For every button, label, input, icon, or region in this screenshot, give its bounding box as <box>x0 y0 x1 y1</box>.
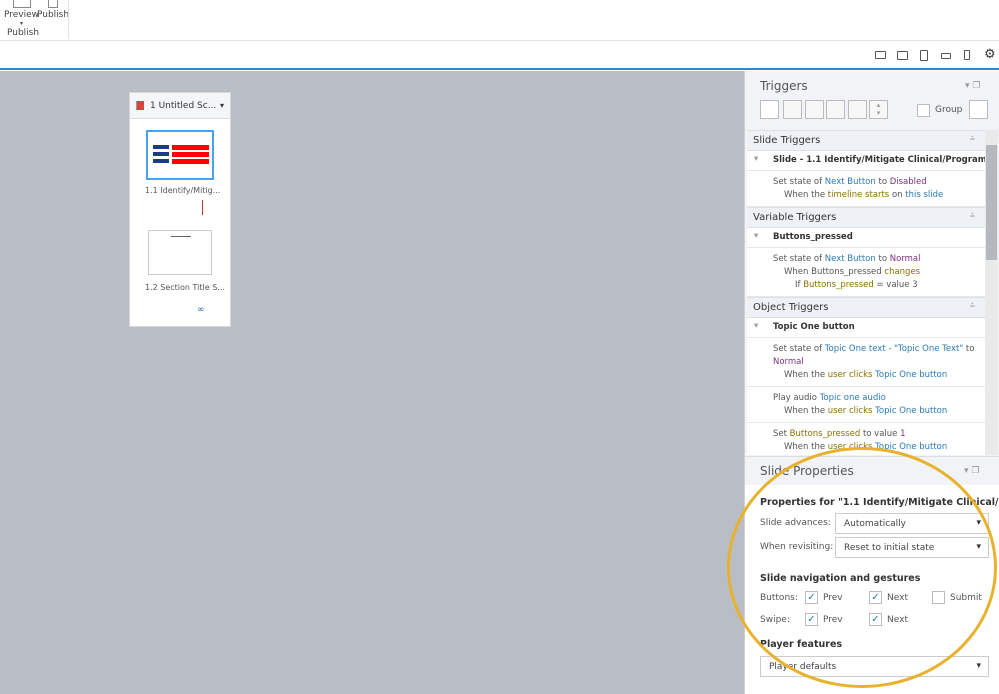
desktop-preview-icon[interactable] <box>875 51 886 59</box>
divider <box>68 0 69 39</box>
reorder-icon[interactable]: ▴ ▾ <box>869 100 888 119</box>
link-icon: ∞ <box>197 305 205 315</box>
panel-menu-icon[interactable]: ▾ ❐ <box>965 81 980 91</box>
publish-label: Publish <box>37 10 70 20</box>
variables-icon[interactable] <box>969 100 988 119</box>
trigger-item[interactable]: Set state of Next Button to Normal When … <box>747 248 985 297</box>
tablet-portrait-icon[interactable] <box>920 50 928 61</box>
edit-trigger-icon[interactable] <box>783 100 802 119</box>
ribbon: Preview ▾ Publish Publish <box>0 0 999 41</box>
gear-icon[interactable]: ⚙ <box>984 47 996 62</box>
device-bar <box>0 41 999 70</box>
publish-button[interactable]: Publish <box>37 0 69 20</box>
trigger-group[interactable]: Slide - 1.1 Identify/Mitigate Clinical/P… <box>747 151 985 171</box>
scene-header[interactable]: 1 Untitled Sc... ▾ <box>130 93 230 119</box>
scene-title: 1 Untitled Sc... <box>150 100 217 111</box>
copy-trigger-icon[interactable] <box>805 100 824 119</box>
preview-button[interactable]: Preview ▾ <box>4 0 39 27</box>
group-checkbox[interactable] <box>917 104 930 117</box>
slide-triggers-header[interactable]: Slide Triggers ⩮ <box>747 130 985 151</box>
story-view-canvas <box>0 71 744 694</box>
trigger-group[interactable]: Topic One button <box>747 318 985 338</box>
slide-thumbnail-1[interactable] <box>146 130 214 180</box>
variable-triggers-header[interactable]: Variable Triggers ⩮ <box>747 207 985 228</box>
trigger-item[interactable]: Play audio Topic one audio When the user… <box>747 387 985 423</box>
paste-trigger-icon[interactable] <box>826 100 845 119</box>
delete-trigger-icon[interactable] <box>848 100 867 119</box>
triggers-title: Triggers <box>760 79 808 93</box>
trigger-group[interactable]: Buttons_pressed <box>747 228 985 248</box>
phone-landscape-icon[interactable] <box>941 53 951 59</box>
tablet-landscape-icon[interactable] <box>897 51 908 60</box>
panel-menu-icon[interactable]: ▾ ❐ <box>964 466 979 476</box>
arrow-icon <box>202 200 203 215</box>
object-triggers-header[interactable]: Object Triggers ⩮ <box>747 297 985 318</box>
scene-card[interactable]: 1 Untitled Sc... ▾ 1.1 Identify/Mitig... … <box>129 92 231 327</box>
group-label: Group <box>935 105 963 115</box>
new-trigger-icon[interactable] <box>760 100 779 119</box>
slide-label-2: 1.2 Section Title S... <box>145 283 225 292</box>
slide-thumbnail-2[interactable] <box>148 230 212 275</box>
preview-icon <box>12 0 31 8</box>
trigger-list: Slide Triggers⩮ Slide - 1.1 Identify/Mit… <box>747 130 985 455</box>
trigger-item[interactable]: Set state of Next Button to Disabled Whe… <box>747 171 985 207</box>
ribbon-group-label: Publish <box>7 28 40 38</box>
phone-portrait-icon[interactable] <box>964 50 970 60</box>
publish-icon <box>48 0 59 8</box>
preview-label: Preview <box>4 10 40 20</box>
scrollbar-thumb[interactable] <box>986 145 997 260</box>
trigger-item[interactable]: Set state of Topic One text - "Topic One… <box>747 338 985 387</box>
start-flag-icon <box>136 101 144 110</box>
slide-label-1: 1.1 Identify/Mitig... <box>145 186 221 195</box>
highlight-circle-annotation <box>727 447 997 688</box>
trigger-scrollbar[interactable] <box>985 130 998 455</box>
